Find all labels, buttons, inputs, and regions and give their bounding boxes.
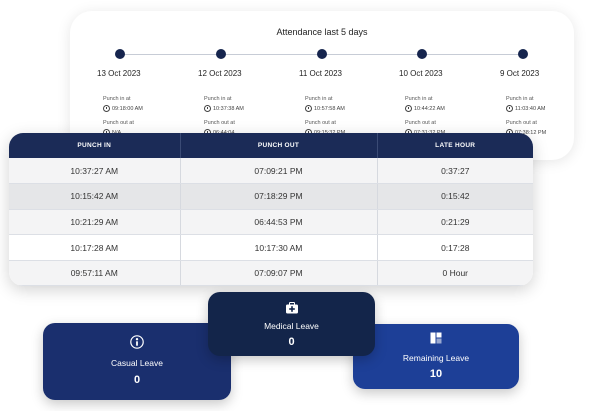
cell-late-hour: 0:37:27 bbox=[377, 158, 533, 185]
remaining-leave-label: Remaining Leave bbox=[402, 353, 470, 363]
header-punch-out: PUNCH OUT bbox=[180, 133, 378, 158]
day-date: 9 Oct 2023 bbox=[500, 69, 540, 78]
attendance-table: PUNCH IN PUNCH OUT LATE HOUR 10:37:27 AM… bbox=[9, 133, 533, 286]
table-row[interactable]: 09:57:11 AM 07:09:07 PM 0 Hour bbox=[9, 260, 533, 286]
punch-out-label: Punch out at bbox=[405, 120, 436, 126]
punch-in-time: 11:03:40 AM bbox=[506, 105, 545, 112]
day-date: 12 Oct 2023 bbox=[198, 69, 242, 78]
timeline-dot bbox=[317, 49, 327, 59]
day-date: 13 Oct 2023 bbox=[97, 69, 141, 78]
day-date: 11 Oct 2023 bbox=[299, 69, 342, 78]
punch-out-label: Punch out at bbox=[103, 120, 134, 126]
punch-in-time: 09:18:00 AM bbox=[103, 105, 143, 112]
table-header-row: PUNCH IN PUNCH OUT LATE HOUR bbox=[9, 133, 533, 158]
punch-in-time: 10:37:38 AM bbox=[204, 105, 244, 112]
cell-punch-in: 10:15:42 AM bbox=[9, 183, 181, 210]
timeline-dot bbox=[518, 49, 528, 59]
cell-late-hour: 0:17:28 bbox=[377, 234, 533, 261]
punch-in-time: 10:44:22 AM bbox=[405, 105, 445, 112]
clock-icon bbox=[305, 105, 312, 112]
header-punch-in: PUNCH IN bbox=[9, 133, 181, 158]
cell-late-hour: 0 Hour bbox=[377, 260, 533, 286]
table-row[interactable]: 10:37:27 AM 07:09:21 PM 0:37:27 bbox=[9, 158, 533, 185]
dashboard-icon bbox=[430, 332, 442, 344]
medical-kit-icon bbox=[285, 302, 298, 314]
clock-icon bbox=[405, 105, 412, 112]
cell-punch-in: 10:17:28 AM bbox=[9, 234, 181, 261]
clock-icon bbox=[204, 105, 211, 112]
cell-punch-in: 09:57:11 AM bbox=[9, 260, 181, 286]
table-row[interactable]: 10:17:28 AM 10:17:30 AM 0:17:28 bbox=[9, 234, 533, 261]
cell-late-hour: 0:21:29 bbox=[377, 209, 533, 236]
punch-out-label: Punch out at bbox=[506, 120, 537, 126]
remaining-leave-value: 10 bbox=[429, 368, 443, 380]
punch-out-label: Punch out at bbox=[204, 120, 235, 126]
day-date: 10 Oct 2023 bbox=[399, 69, 443, 78]
medical-leave-label: Medical Leave bbox=[264, 321, 319, 331]
punch-in-label: Punch in at bbox=[103, 96, 131, 102]
cell-late-hour: 0:15:42 bbox=[377, 183, 533, 210]
punch-in-label: Punch in at bbox=[305, 96, 333, 102]
timeline-dot bbox=[417, 49, 427, 59]
medical-leave-value: 0 bbox=[288, 336, 295, 348]
casual-leave-label: Casual Leave bbox=[111, 358, 163, 368]
table-row[interactable]: 10:21:29 AM 06:44:53 PM 0:21:29 bbox=[9, 209, 533, 236]
punch-in-label: Punch in at bbox=[506, 96, 534, 102]
clock-icon bbox=[103, 105, 110, 112]
attendance-table-card: PUNCH IN PUNCH OUT LATE HOUR 10:37:27 AM… bbox=[9, 133, 533, 286]
casual-leave-card[interactable]: Casual Leave 0 bbox=[43, 323, 231, 400]
cell-punch-out: 10:17:30 AM bbox=[180, 234, 378, 261]
timeline-dot bbox=[115, 49, 125, 59]
cell-punch-in: 10:21:29 AM bbox=[9, 209, 181, 236]
medical-leave-card[interactable]: Medical Leave 0 bbox=[208, 292, 375, 356]
punch-in-label: Punch in at bbox=[405, 96, 433, 102]
header-late-hour: LATE HOUR bbox=[377, 133, 533, 158]
cell-punch-out: 06:44:53 PM bbox=[180, 209, 378, 236]
timeline-dot bbox=[216, 49, 226, 59]
casual-leave-value: 0 bbox=[133, 374, 141, 386]
table-row[interactable]: 10:15:42 AM 07:18:29 PM 0:15:42 bbox=[9, 183, 533, 210]
cell-punch-in: 10:37:27 AM bbox=[9, 158, 181, 185]
attendance-title: Attendance last 5 days bbox=[276, 27, 368, 37]
cell-punch-out: 07:09:21 PM bbox=[180, 158, 378, 185]
cell-punch-out: 07:09:07 PM bbox=[180, 260, 378, 286]
punch-in-time: 10:57:58 AM bbox=[305, 105, 345, 112]
punch-out-label: Punch out at bbox=[305, 120, 336, 126]
info-person-icon bbox=[130, 335, 144, 349]
clock-icon bbox=[506, 105, 513, 112]
remaining-leave-card[interactable]: Remaining Leave 10 bbox=[353, 324, 519, 389]
punch-in-label: Punch in at bbox=[204, 96, 232, 102]
cell-punch-out: 07:18:29 PM bbox=[180, 183, 378, 210]
